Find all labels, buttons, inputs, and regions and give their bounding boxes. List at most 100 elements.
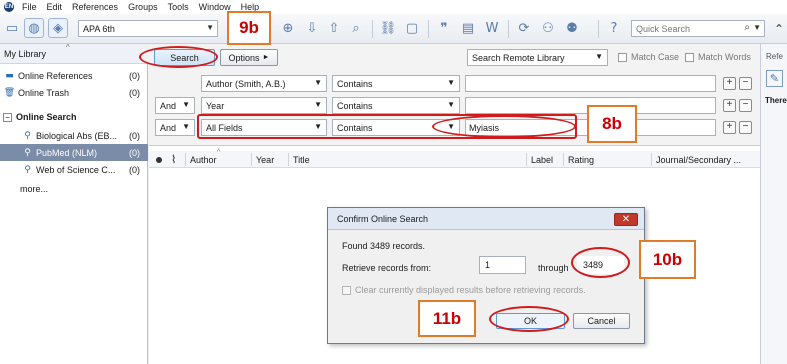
menu-file[interactable]: File [22,2,37,12]
remove-row-button[interactable]: − [739,99,752,112]
sidebar-item-label: Online References [18,70,93,81]
import-icon[interactable]: ⇩ [302,18,322,38]
column-author[interactable]: Author [190,155,217,165]
boolean-select-row-2[interactable]: And ▼ [155,97,195,114]
menu-tools[interactable]: Tools [168,2,189,12]
toolbar: ▭ ◍ ◈ APA 6th ▼ ⊕ ⇩ ⇧ ⌕ ⛓ ▢ ❞ ▤ W ⟳ ⚇ ⚉ … [0,14,787,44]
boolean-select-row-3[interactable]: And ▼ [155,119,195,136]
match-words-checkbox[interactable]: Match Words [685,52,751,62]
column-journal[interactable]: Journal/Secondary ... [656,155,741,165]
menu-references[interactable]: References [72,2,118,12]
chevron-down-icon[interactable]: ▼ [753,23,761,32]
edit-reference-icon[interactable]: ✎ [766,70,783,87]
column-divider[interactable] [651,153,652,166]
insert-citation-icon[interactable]: ❞ [434,18,454,38]
column-label[interactable]: Label [531,155,553,165]
column-divider[interactable] [526,153,527,166]
annotation-label-9b: 9b [227,11,271,45]
help-icon[interactable]: ? [604,18,624,38]
dialog-title-bar: Confirm Online Search ✕ [328,208,644,230]
checkbox-box[interactable] [342,285,351,295]
remove-row-button[interactable]: − [739,77,752,90]
column-divider[interactable] [185,153,186,166]
options-button[interactable]: Options ► [220,49,278,66]
sidebar-item-count: (0) [129,70,140,81]
sidebar-item-label: Online Trash [18,87,70,98]
open-link-icon[interactable]: ⛓ [378,18,398,38]
match-case-checkbox[interactable]: Match Case [618,52,679,62]
sidebar-item-online-references[interactable]: ▬ Online References (0) [0,67,148,84]
menu-window[interactable]: Window [199,2,231,12]
online-search-group[interactable]: − Online Search [0,109,148,125]
library-header[interactable]: My Library ^ [0,43,148,64]
field-select-row-1[interactable]: Author (Smith, A.B.) ▼ [201,75,327,92]
online-source-icon: ⚲ [24,130,31,141]
groups-sidebar: My Library ^ ▬ Online References (0) 🗑 O… [0,43,148,364]
online-search-icon[interactable]: ⊕ [278,18,298,38]
cancel-button[interactable]: Cancel [573,313,630,329]
dialog-title: Confirm Online Search [337,214,429,224]
sidebar-item-pubmed[interactable]: ⚲ PubMed (NLM) (0) [0,144,148,161]
online-source-icon: ⚲ [24,147,31,158]
add-row-button[interactable]: + [723,99,736,112]
add-row-button[interactable]: + [723,121,736,134]
operator-select-row-1[interactable]: Contains ▼ [332,75,460,92]
open-file-icon[interactable]: ▢ [402,18,422,38]
chevron-down-icon: ▼ [595,52,603,61]
read-status-icon[interactable] [156,157,162,163]
reference-tab[interactable]: Refe [766,52,783,61]
sidebar-item-count: (0) [129,87,140,98]
quick-search-input[interactable]: Quick Search ⌕ ▼ [631,20,765,37]
close-icon[interactable]: ✕ [614,213,638,226]
quick-search-placeholder: Quick Search [636,24,691,34]
online-search-mode-icon[interactable]: ◍ [24,18,44,38]
clear-results-checkbox[interactable]: Clear currently displayed results before… [342,285,586,295]
sidebar-item-count: (0) [129,164,140,175]
add-row-button[interactable]: + [723,77,736,90]
menu-edit[interactable]: Edit [47,2,63,12]
format-bibliography-icon[interactable]: ▤ [458,18,478,38]
from-record-input[interactable]: 1 [479,256,526,274]
sidebar-item-count: (0) [129,130,140,141]
annotation-ellipse-myiasis [432,115,576,138]
find-full-text-icon[interactable]: ⌕ [346,18,366,38]
integrated-library-mode-icon[interactable]: ◈ [48,18,68,38]
menu-groups[interactable]: Groups [128,2,158,12]
field-select-row-2[interactable]: Year ▼ [201,97,327,114]
remove-row-button[interactable]: − [739,121,752,134]
search-term-input-row-1[interactable] [465,75,716,92]
sidebar-more-link[interactable]: more... [0,180,148,197]
collapse-toolbar-icon[interactable]: ⌃ [774,22,784,36]
export-icon[interactable]: ⇧ [324,18,344,38]
sidebar-item-online-trash[interactable]: 🗑 Online Trash (0) [0,84,148,101]
column-divider[interactable] [288,153,289,166]
local-library-mode-icon[interactable]: ▭ [2,18,22,38]
search-mode-select[interactable]: Search Remote Library ▼ [467,49,608,66]
checkbox-box[interactable] [618,52,627,62]
sidebar-item-web-of-science[interactable]: ⚲ Web of Science C... (0) [0,161,148,178]
share-group-icon[interactable]: ⚇ [538,18,558,38]
column-divider[interactable] [563,153,564,166]
share-library-icon[interactable]: ⚉ [562,18,582,38]
search-icon[interactable]: ⌕ [744,22,750,33]
return-to-word-icon[interactable]: W [482,18,502,38]
attachment-icon[interactable]: ⌇ [171,153,176,166]
column-rating[interactable]: Rating [568,155,594,165]
column-title[interactable]: Title [293,155,310,165]
match-words-label: Match Words [698,52,751,62]
annotation-label-11b: 11b [418,300,476,337]
chevron-down-icon: ▼ [314,100,322,109]
sort-ascending-icon: ^ [217,149,221,156]
operator-value: Contains [337,79,373,89]
operator-select-row-2[interactable]: Contains ▼ [332,97,460,114]
column-year[interactable]: Year [256,155,274,165]
collapse-icon[interactable]: − [3,112,12,122]
sync-icon[interactable]: ⟳ [514,18,534,38]
annotation-label-10b: 10b [639,240,696,279]
sidebar-item-biological-abs[interactable]: ⚲ Biological Abs (EB... (0) [0,127,148,144]
column-divider[interactable] [251,153,252,166]
checkbox-box[interactable] [685,52,694,62]
trash-icon: 🗑 [3,87,16,98]
output-style-select[interactable]: APA 6th ▼ [78,20,218,37]
annotation-ellipse-search [139,46,218,68]
